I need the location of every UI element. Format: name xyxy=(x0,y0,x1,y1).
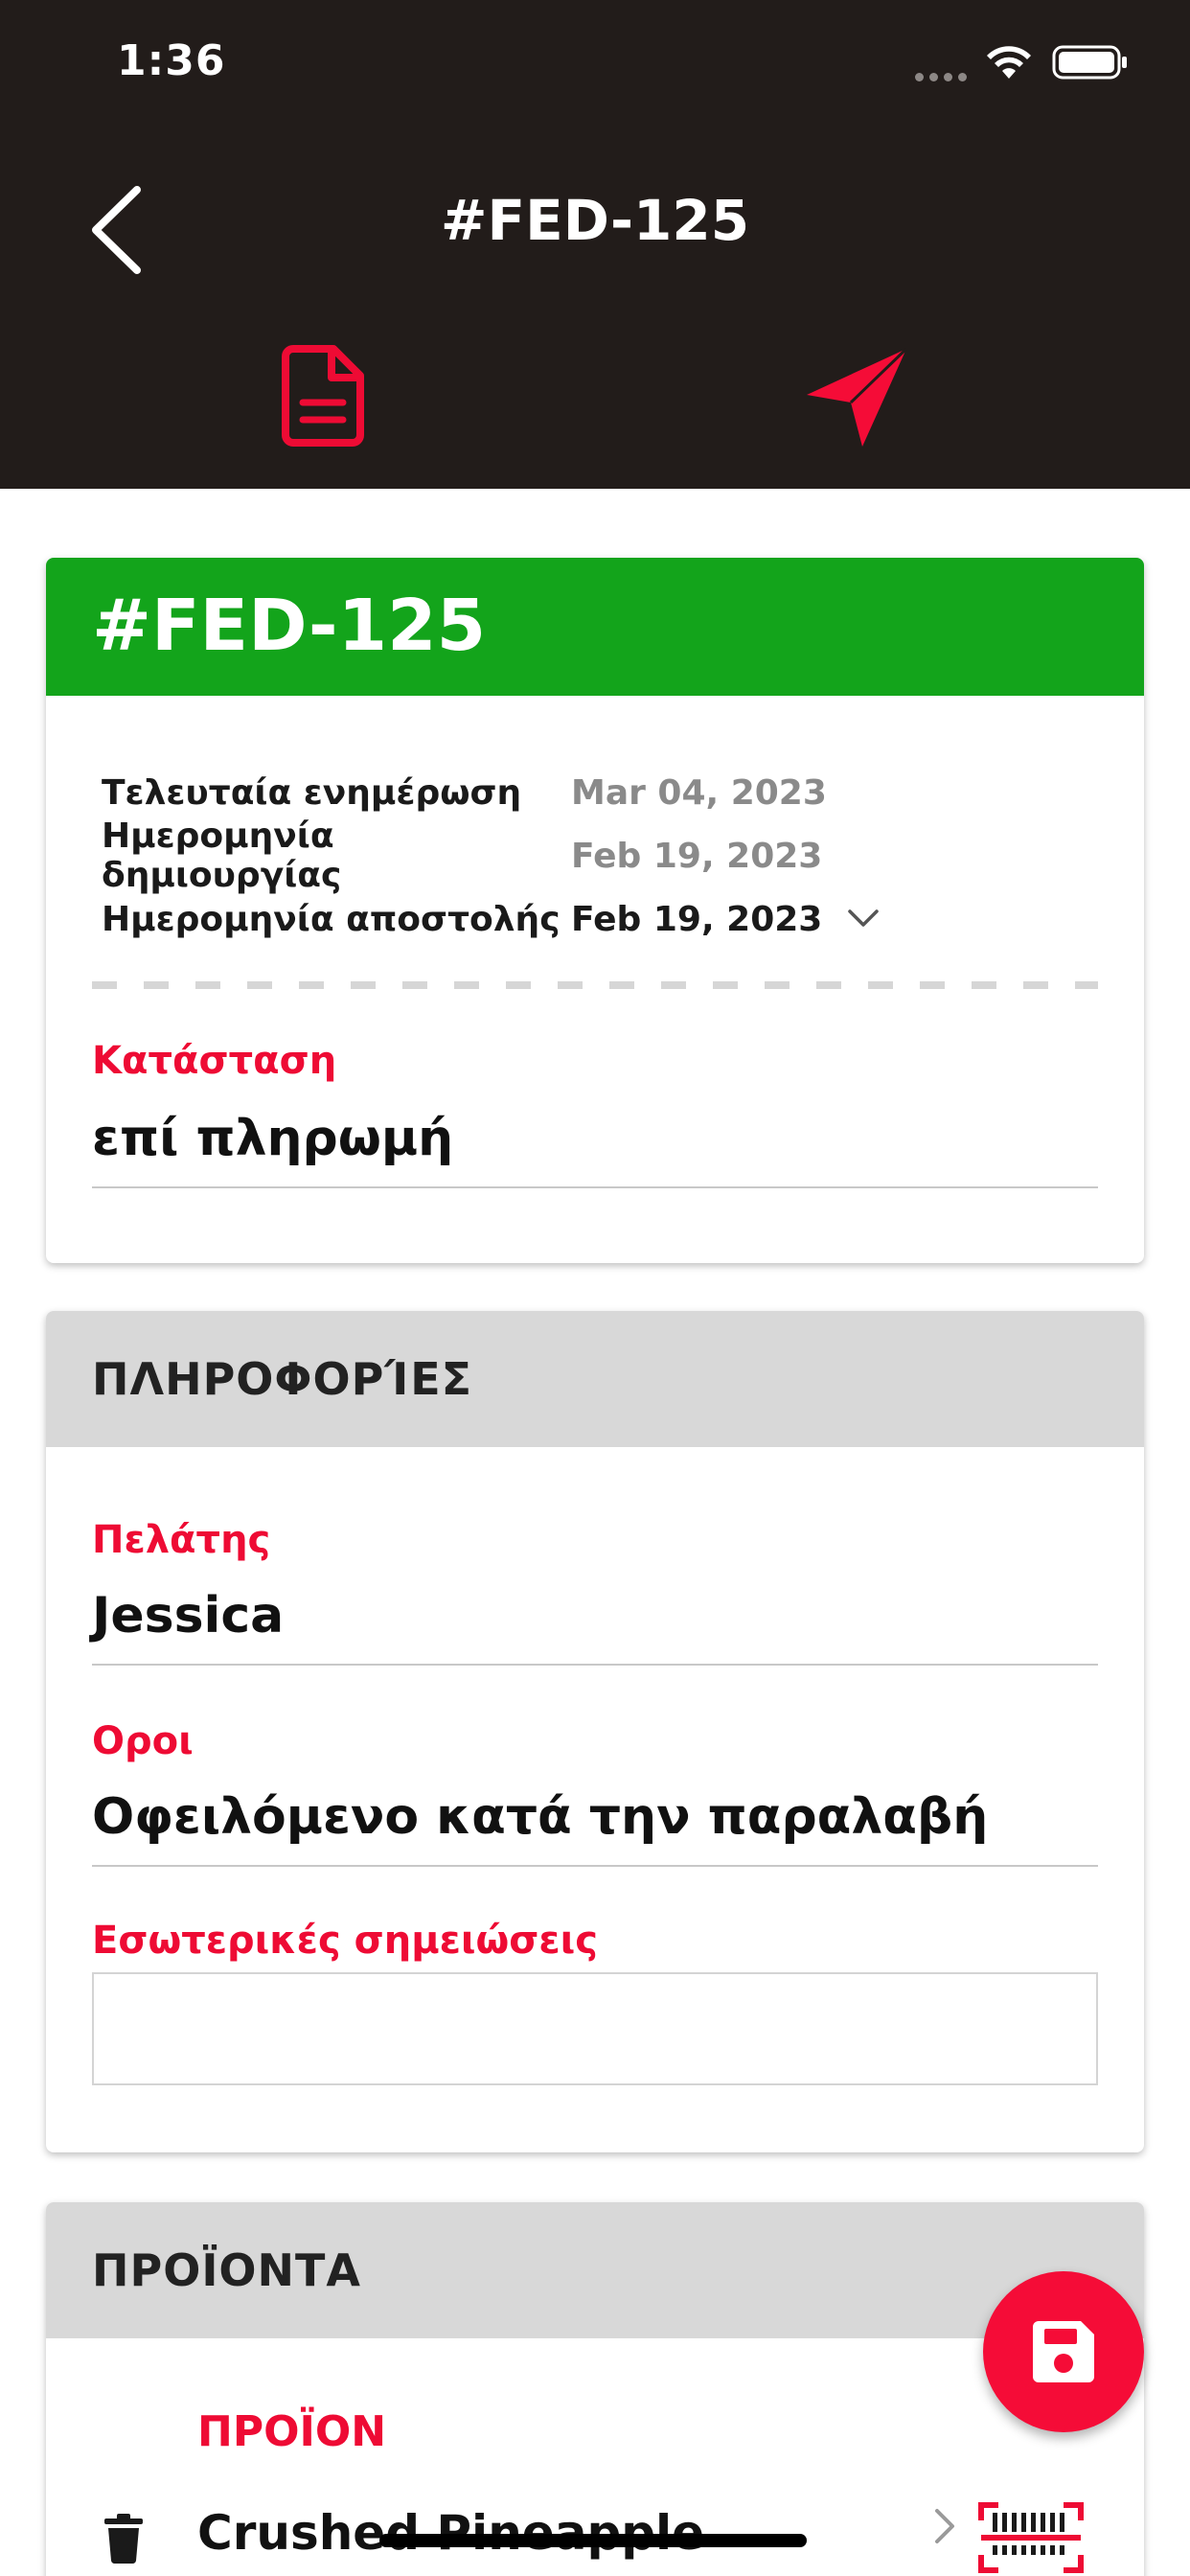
shipping-date-value[interactable]: Feb 19, 2023 xyxy=(571,900,822,939)
status-bar: 1:36 xyxy=(0,0,1190,121)
products-section-header: ΠΡΟΪΟΝΤΑ xyxy=(46,2202,1144,2338)
customer-label: Πελάτης xyxy=(92,1518,271,1562)
info-card: ΠΛΗΡΟΦΟΡΊΕΣ Πελάτης Jessica Οροι Οφειλόμ… xyxy=(46,1311,1144,2152)
products-card: ΠΡΟΪΟΝΤΑ ΠΡΟΪΟΝ Crushed Pineapple xyxy=(46,2202,1144,2576)
status-field[interactable]: επί πληρωμή xyxy=(92,1110,453,1167)
save-button[interactable] xyxy=(983,2271,1144,2432)
meta-value: Mar 04, 2023 xyxy=(571,772,827,813)
dashed-divider xyxy=(92,981,1098,989)
customer-field[interactable]: Jessica xyxy=(92,1587,284,1644)
order-number-header: #FED-125 xyxy=(46,558,1144,696)
internal-notes-input[interactable] xyxy=(92,1972,1098,2085)
meta-value: Feb 19, 2023 xyxy=(571,836,823,876)
chevron-down-icon[interactable] xyxy=(847,908,880,930)
signal-icon xyxy=(915,73,967,81)
barcode-scan-icon[interactable] xyxy=(977,2501,1085,2574)
meta-row-created: Ημερομηνία δημιουργίας Feb 19, 2023 xyxy=(102,816,880,895)
meta-row-shipping-date[interactable]: Ημερομηνία αποστολής Feb 19, 2023 xyxy=(102,887,880,951)
product-name[interactable]: Crushed Pineapple xyxy=(197,2505,704,2561)
send-icon[interactable] xyxy=(803,345,910,450)
meta-label: Ημερομηνία αποστολής xyxy=(102,899,561,939)
home-indicator[interactable] xyxy=(379,2534,807,2547)
chevron-right-icon[interactable] xyxy=(933,2507,956,2545)
field-underline xyxy=(92,1664,1098,1666)
nav-title: #FED-125 xyxy=(440,188,750,253)
status-label: Κατάσταση xyxy=(92,1039,337,1083)
meta-row-updated: Τελευταία ενημέρωση Mar 04, 2023 xyxy=(102,761,880,824)
meta-label: Τελευταία ενημέρωση xyxy=(102,772,522,813)
status-time: 1:36 xyxy=(117,36,226,85)
trash-icon[interactable] xyxy=(103,2513,144,2564)
field-underline xyxy=(92,1186,1098,1188)
internal-notes-label: Εσωτερικές σημειώσεις xyxy=(92,1919,598,1963)
meta-label: Ημερομηνία δημιουργίας xyxy=(102,816,342,895)
wifi-icon xyxy=(987,46,1031,79)
order-card: #FED-125 Τελευταία ενημέρωση Mar 04, 202… xyxy=(46,558,1144,1263)
field-underline xyxy=(92,1865,1098,1867)
battery-icon xyxy=(1052,45,1127,80)
info-section-header: ΠΛΗΡΟΦΟΡΊΕΣ xyxy=(46,1311,1144,1447)
order-meta: Τελευταία ενημέρωση Mar 04, 2023 Ημερομη… xyxy=(102,761,880,951)
terms-label: Οροι xyxy=(92,1719,194,1763)
save-icon xyxy=(1033,2321,1094,2382)
product-column-label: ΠΡΟΪΟΝ xyxy=(197,2407,387,2456)
document-icon[interactable] xyxy=(280,343,366,447)
terms-field[interactable]: Οφειλόμενο κατά την παραλαβή xyxy=(92,1788,988,1846)
nav-bar: #FED-125 xyxy=(0,121,1190,489)
